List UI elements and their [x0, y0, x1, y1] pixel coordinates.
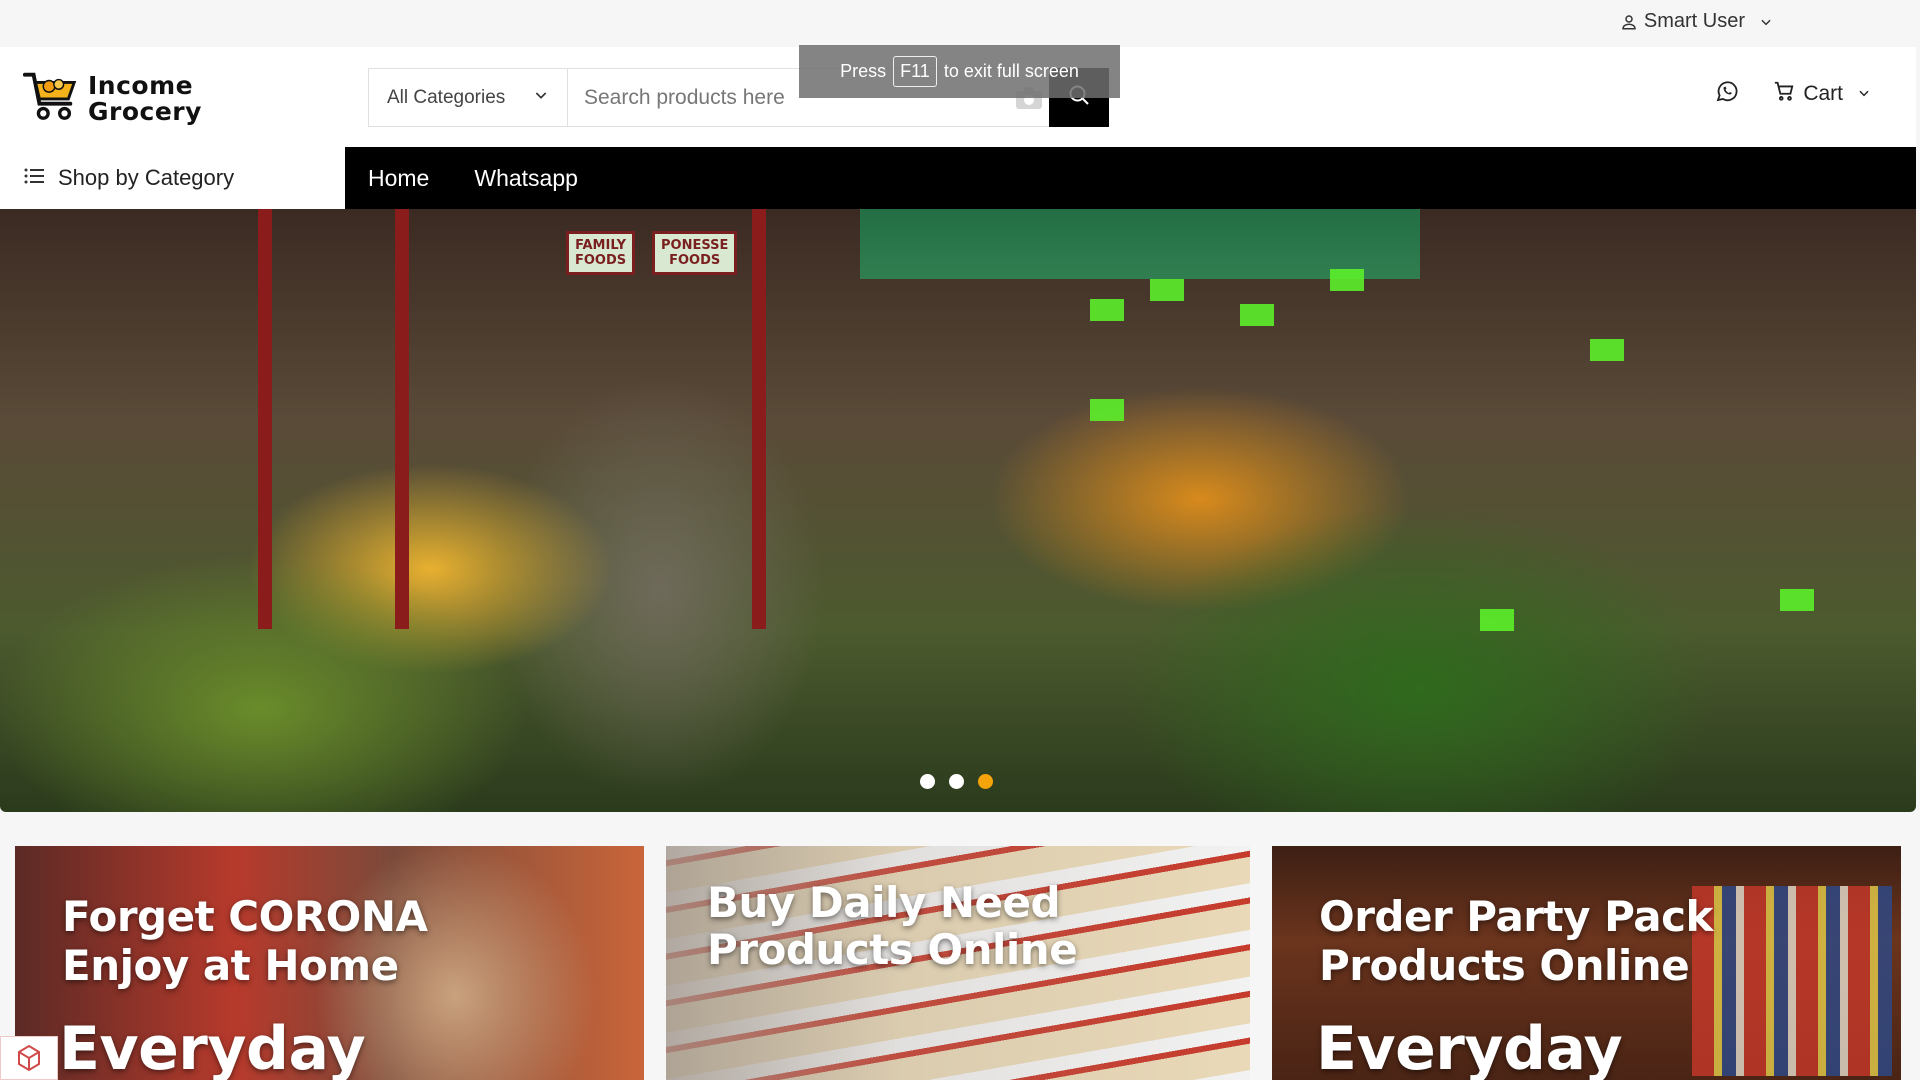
- carousel-dot-active[interactable]: [978, 774, 993, 789]
- price-tag: [1240, 304, 1274, 326]
- price-tag: [1090, 299, 1124, 321]
- nav-link-home[interactable]: Home: [368, 165, 429, 192]
- hero-banner[interactable]: FAMILY FOODS PONESSE FOODS: [0, 209, 1916, 812]
- user-icon: [1620, 13, 1638, 31]
- promo-title: Products Online: [707, 925, 1078, 974]
- fullscreen-notice-key: F11: [893, 56, 937, 87]
- whatsapp-icon[interactable]: [1715, 79, 1739, 108]
- price-tag: [1090, 399, 1124, 421]
- market-sign-line: PONESSE: [661, 238, 729, 253]
- chevron-down-icon: [1759, 15, 1773, 29]
- cart-icon: [1773, 80, 1795, 108]
- fullscreen-notice: Press F11 to exit full screen: [799, 45, 1120, 98]
- chevron-down-icon: [533, 87, 549, 109]
- logo-text: Income Grocery: [88, 70, 202, 126]
- promo-title: Order Party Pack: [1319, 892, 1713, 941]
- logo[interactable]: Income Grocery: [22, 67, 202, 130]
- market-sign-line: FOODS: [575, 253, 627, 268]
- price-tag: [1330, 269, 1364, 291]
- promo-title: Buy Daily Need: [707, 878, 1061, 927]
- price-tag: [1150, 279, 1184, 301]
- promo-card[interactable]: Order Party Pack Products Online Everyda…: [1272, 846, 1901, 1080]
- promo-title: Everyday: [59, 1014, 366, 1080]
- shop-by-category[interactable]: Shop by Category: [0, 147, 345, 209]
- carousel-dot[interactable]: [920, 774, 935, 789]
- promo-title: Forget CORONA: [62, 892, 428, 941]
- market-pillar: [395, 209, 409, 629]
- cart-logo-icon: [22, 67, 80, 130]
- fullscreen-notice-press: Press: [840, 61, 887, 81]
- market-sign-line: FAMILY: [575, 238, 627, 253]
- market-sign-line: FOODS: [669, 253, 721, 268]
- category-select-label: All Categories: [387, 86, 506, 108]
- chevron-down-icon: [1857, 82, 1871, 106]
- cart-label: Cart: [1803, 81, 1843, 105]
- shop-by-category-label: Shop by Category: [58, 165, 235, 190]
- market-sign: PONESSE FOODS: [652, 231, 738, 275]
- nav-link-whatsapp[interactable]: Whatsapp: [474, 165, 578, 192]
- cart-button[interactable]: Cart: [1773, 80, 1871, 108]
- market-sign: FAMILY FOODS: [566, 231, 636, 275]
- market-pillar: [752, 209, 766, 629]
- promo-title: Everyday: [1316, 1014, 1623, 1080]
- list-icon: [24, 165, 44, 191]
- gift-icon: [13, 1040, 45, 1077]
- promo-card[interactable]: Forget CORONA Enjoy at Home Everyday: [15, 846, 644, 1080]
- fullscreen-notice-text: to exit full screen: [943, 61, 1079, 81]
- main-nav: Home Whatsapp: [345, 147, 1916, 209]
- price-tag: [1480, 609, 1514, 631]
- top-bar: Smart User: [0, 0, 1920, 47]
- market-pillar: [258, 209, 272, 629]
- price-tag: [1590, 339, 1624, 361]
- carousel-dot[interactable]: [949, 774, 964, 789]
- logo-line-1: Income: [88, 70, 194, 100]
- user-name: Smart User: [1643, 10, 1745, 32]
- promo-title: Enjoy at Home: [62, 941, 399, 990]
- category-select[interactable]: All Categories: [369, 69, 568, 126]
- user-menu[interactable]: Smart User: [1620, 10, 1773, 33]
- carousel-dots: [920, 774, 993, 789]
- promo-title: Products Online: [1319, 941, 1690, 990]
- logo-line-2: Grocery: [88, 96, 202, 126]
- header-actions: Cart: [1715, 79, 1871, 108]
- price-tag: [1780, 589, 1814, 611]
- side-widget[interactable]: [0, 1036, 58, 1080]
- promo-card[interactable]: Buy Daily Need Products Online: [666, 846, 1250, 1080]
